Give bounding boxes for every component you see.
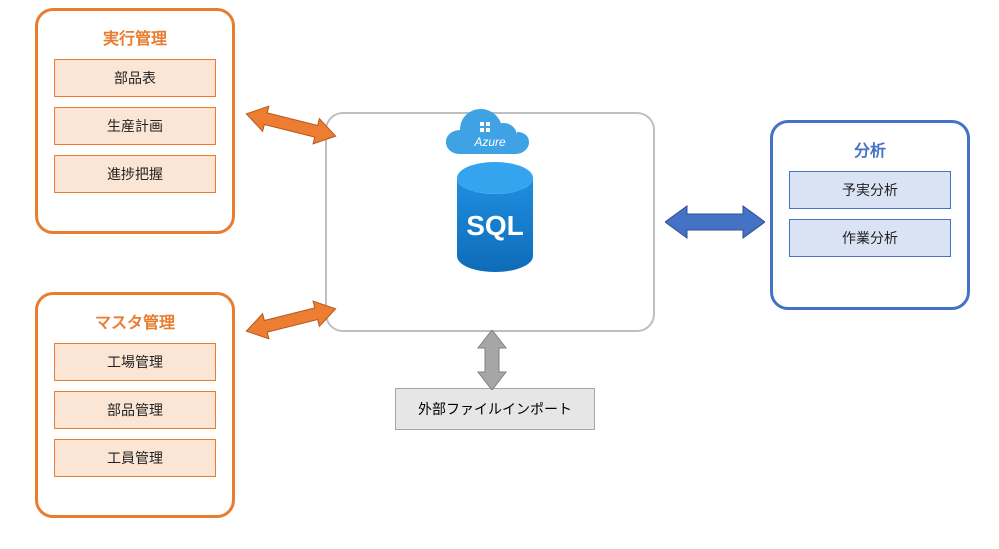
analysis-item: 予実分析: [789, 171, 951, 209]
analysis-panel: 分析 予実分析 作業分析: [770, 120, 970, 310]
arrow-center-to-import: [472, 330, 512, 395]
svg-text:Azure: Azure: [473, 135, 506, 149]
master-title: マスタ管理: [54, 309, 216, 333]
svg-text:SQL: SQL: [466, 210, 524, 241]
master-item: 工場管理: [54, 343, 216, 381]
analysis-title: 分析: [789, 137, 951, 161]
analysis-item: 作業分析: [789, 219, 951, 257]
import-label: 外部ファイルインポート: [418, 401, 572, 417]
azure-cloud-icon: Azure: [440, 100, 540, 161]
arrow-center-to-analysis: [665, 200, 765, 249]
master-management-panel: マスタ管理 工場管理 部品管理 工員管理: [35, 292, 235, 518]
master-item: 部品管理: [54, 391, 216, 429]
sql-database-icon: SQL: [445, 160, 545, 285]
execution-management-panel: 実行管理 部品表 生産計画 進捗把握: [35, 8, 235, 234]
execution-item: 部品表: [54, 59, 216, 97]
arrow-master-to-center: [245, 295, 337, 350]
execution-item: 生産計画: [54, 107, 216, 145]
master-item: 工員管理: [54, 439, 216, 477]
arrow-execution-to-center: [245, 100, 337, 155]
execution-title: 実行管理: [54, 25, 216, 49]
execution-item: 進捗把握: [54, 155, 216, 193]
